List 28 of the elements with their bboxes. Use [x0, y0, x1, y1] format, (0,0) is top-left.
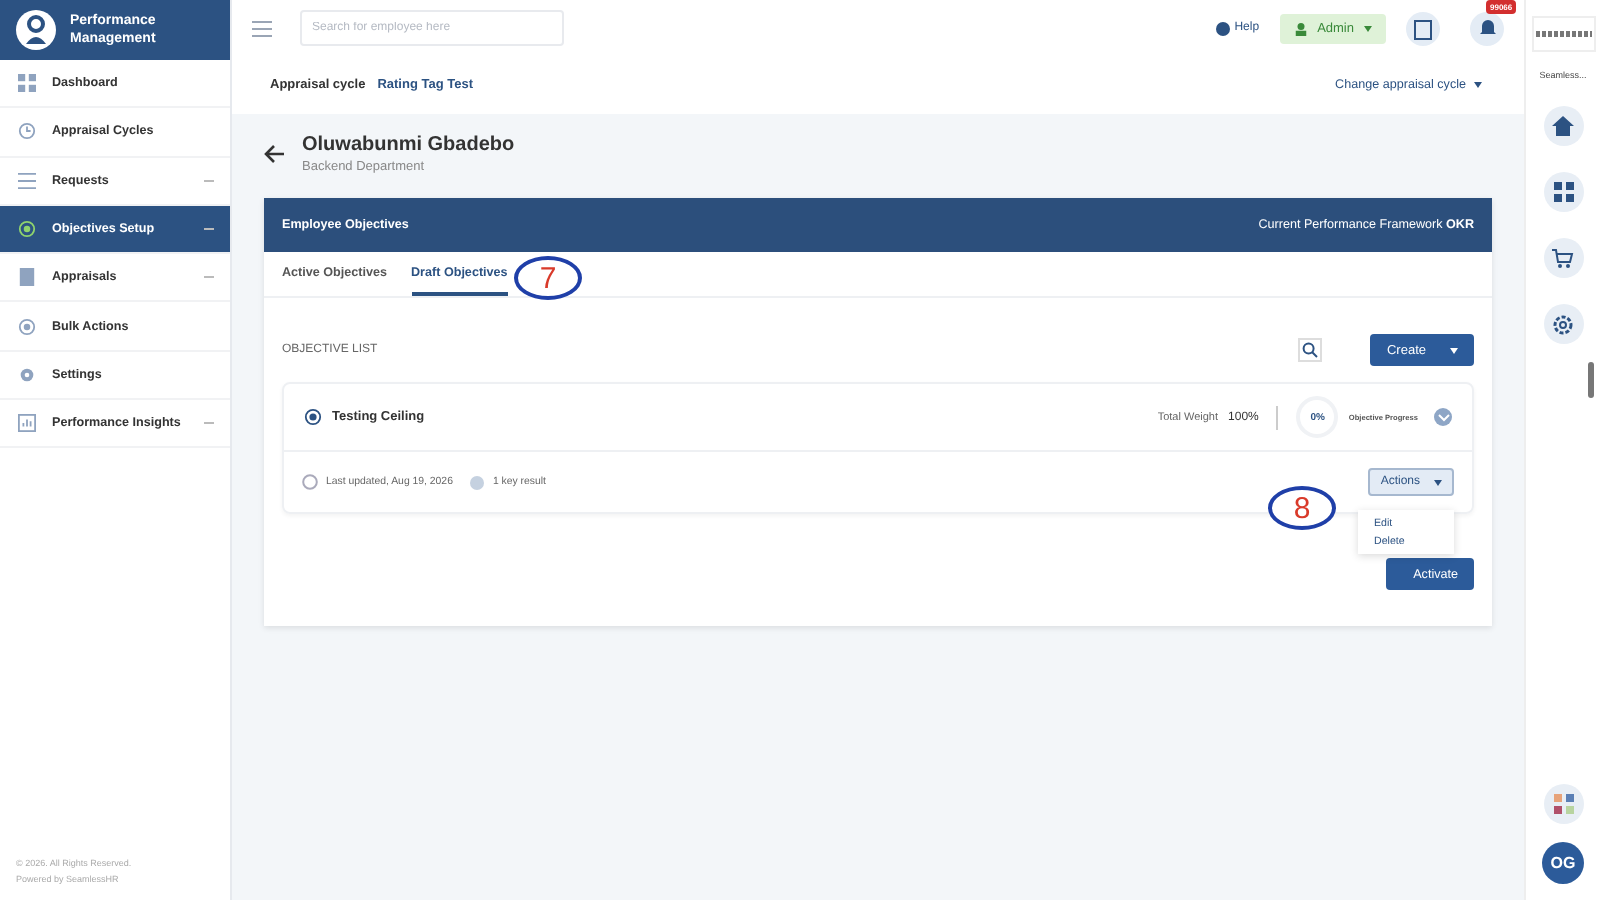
caret-icon: [1450, 347, 1458, 353]
key-result-icon: [470, 475, 485, 489]
scrollbar[interactable]: [1588, 362, 1594, 398]
logo-icon: [16, 10, 56, 50]
search-icon[interactable]: [1298, 338, 1323, 362]
caret-icon: [1434, 479, 1442, 485]
caret-icon: [1474, 82, 1482, 88]
caret-icon: [1364, 25, 1372, 31]
settings-icon[interactable]: [1543, 304, 1583, 344]
apps-icon[interactable]: [1543, 784, 1583, 824]
employee-name: Oluwabunmi Gbadebo: [302, 134, 515, 156]
chart-icon: [18, 414, 36, 433]
clock-icon: [302, 474, 318, 490]
target-icon: [304, 408, 322, 426]
company-logo: [1531, 16, 1595, 52]
list-icon: [18, 171, 36, 190]
clock-icon: [18, 122, 36, 141]
grid-icon: [18, 74, 36, 93]
cart-icon[interactable]: [1543, 238, 1583, 278]
target-icon: [18, 317, 36, 336]
bell-icon[interactable]: [1470, 11, 1504, 45]
grid-icon[interactable]: [1543, 172, 1583, 212]
back-icon[interactable]: [264, 144, 286, 164]
user-avatar[interactable]: OG: [1542, 842, 1584, 884]
help-icon: [1216, 21, 1231, 35]
user-icon: [1293, 21, 1308, 35]
target-icon: [18, 220, 36, 239]
home-icon[interactable]: [1543, 106, 1583, 146]
